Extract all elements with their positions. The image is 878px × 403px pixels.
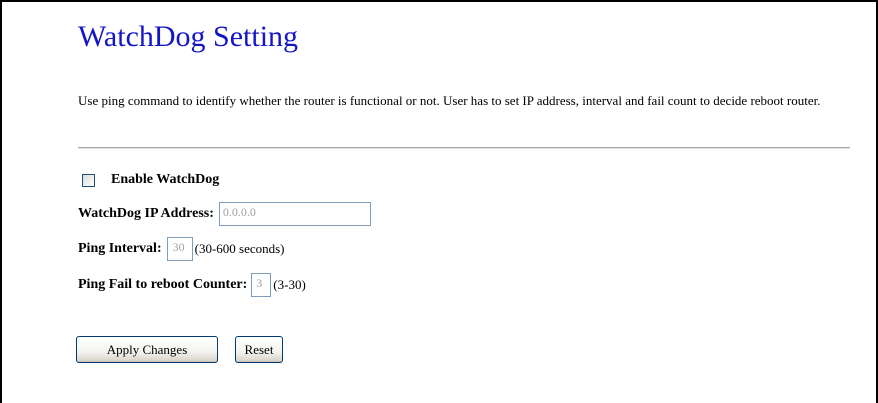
enable-watchdog-checkbox[interactable] (82, 173, 95, 187)
ping-interval-row: Ping Interval: 30 (30-600 seconds) (78, 236, 285, 262)
reset-button[interactable]: Reset (235, 336, 283, 363)
fail-counter-hint: (3-30) (273, 277, 306, 292)
enable-watchdog-row: Enable WatchDog (78, 168, 219, 192)
page-description: Use ping command to identify whether the… (78, 93, 821, 108)
enable-watchdog-label: Enable WatchDog (111, 172, 220, 187)
apply-changes-button[interactable]: Apply Changes (76, 336, 218, 363)
page-frame-left-border (0, 0, 2, 403)
section-divider (78, 147, 850, 149)
watchdog-ip-label: WatchDog IP Address: (78, 206, 214, 221)
fail-counter-row: Ping Fail to reboot Counter: 3 (3-30) (78, 272, 306, 298)
page-title: WatchDog Setting (78, 20, 299, 53)
page-frame-top-border (0, 0, 878, 2)
watchdog-ip-row: WatchDog IP Address: 0.0.0.0 (78, 201, 371, 227)
ping-interval-label: Ping Interval: (78, 241, 162, 256)
watchdog-ip-input[interactable]: 0.0.0.0 (218, 202, 371, 226)
fail-counter-input[interactable]: 3 (251, 273, 272, 297)
ping-interval-input[interactable]: 30 (166, 237, 193, 261)
ping-interval-hint: (30-600 seconds) (194, 241, 285, 256)
fail-counter-label: Ping Fail to reboot Counter: (78, 277, 248, 292)
